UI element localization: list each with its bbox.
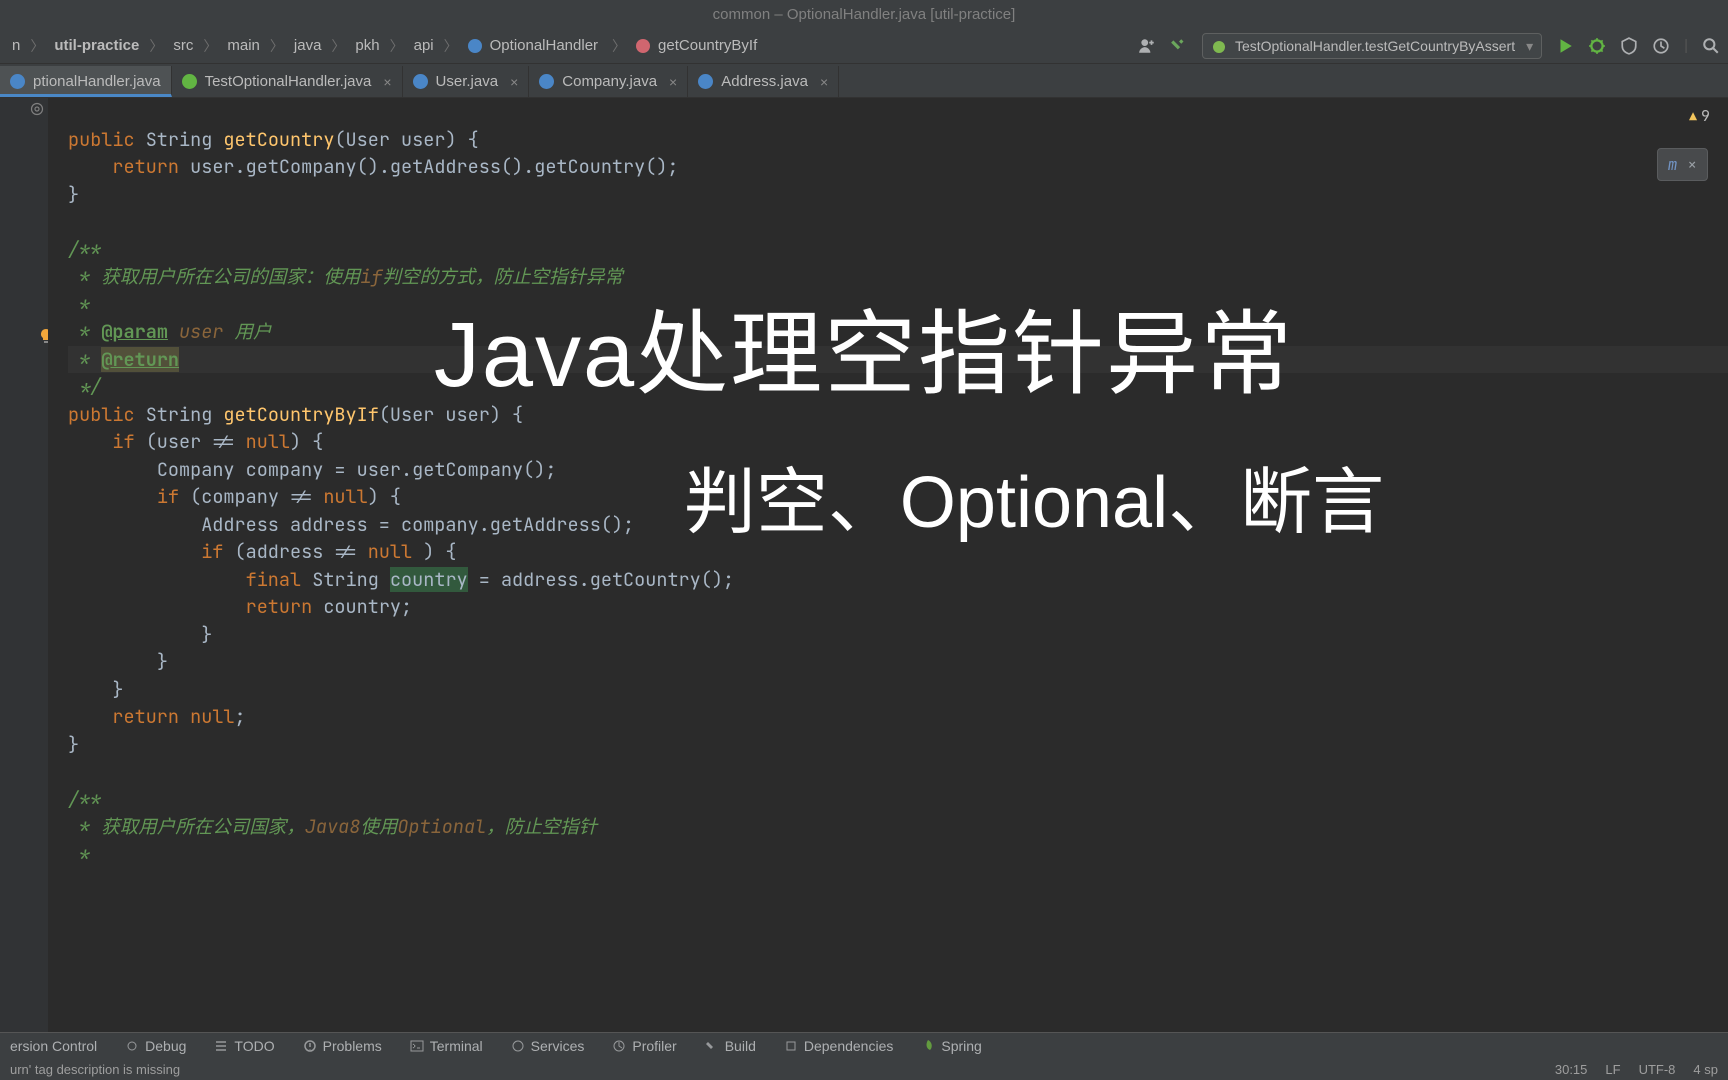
breadcrumb-item[interactable]: pkh [351, 37, 383, 54]
toolbar: n〉 util-practice〉 src〉 main〉 java〉 pkh〉 … [0, 28, 1728, 64]
breadcrumb-item[interactable]: main [223, 37, 264, 54]
debug-icon [125, 1039, 139, 1053]
services-icon [511, 1039, 525, 1053]
spring-icon [921, 1039, 935, 1053]
class-icon [10, 74, 25, 89]
method-icon [636, 39, 650, 53]
class-icon [468, 39, 482, 53]
breadcrumb-method[interactable]: getCountryByIf [632, 37, 765, 54]
tab-address[interactable]: Address.java × [688, 66, 839, 97]
line-separator[interactable]: LF [1605, 1062, 1620, 1077]
problems-tab[interactable]: Problems [303, 1038, 382, 1054]
run-config-label: TestOptionalHandler.testGetCountryByAsse… [1235, 38, 1515, 54]
list-icon [214, 1039, 228, 1053]
warning-count: 9 [1701, 106, 1710, 126]
tab-test-optional-handler[interactable]: TestOptionalHandler.java × [172, 66, 403, 97]
tab-label: ptionalHandler.java [33, 73, 161, 90]
problems-icon [303, 1039, 317, 1053]
at-icon[interactable] [30, 102, 44, 116]
status-bar: urn' tag description is missing 30:15 LF… [0, 1058, 1728, 1080]
coverage-icon[interactable] [1620, 37, 1638, 55]
hammer-icon [705, 1039, 719, 1053]
tab-label: Address.java [721, 73, 808, 90]
class-icon [182, 74, 197, 89]
breadcrumb[interactable]: n〉 util-practice〉 src〉 main〉 java〉 pkh〉 … [8, 36, 1138, 56]
chevron-icon: 〉 [608, 36, 630, 56]
chevron-icon: 〉 [440, 36, 462, 56]
class-icon [539, 74, 554, 89]
dependencies-tab[interactable]: Dependencies [784, 1038, 894, 1054]
user-icon[interactable] [1138, 37, 1156, 55]
breadcrumb-item[interactable]: util-practice [50, 37, 143, 54]
profiler-icon [612, 1039, 626, 1053]
close-icon[interactable]: × [510, 74, 518, 90]
close-icon[interactable]: × [820, 74, 828, 90]
close-icon[interactable]: × [669, 74, 677, 90]
tab-label: Company.java [562, 73, 657, 90]
profiler-tab[interactable]: Profiler [612, 1038, 676, 1054]
class-icon [698, 74, 713, 89]
window-title: common – OptionalHandler.java [util-prac… [713, 6, 1016, 23]
close-icon[interactable]: × [383, 74, 391, 90]
run-icon[interactable] [1556, 37, 1574, 55]
tab-user[interactable]: User.java × [403, 66, 530, 97]
hammer-icon[interactable] [1170, 37, 1188, 55]
class-icon [413, 74, 428, 89]
debug-tab[interactable]: Debug [125, 1038, 186, 1054]
window-title-bar: common – OptionalHandler.java [util-prac… [0, 0, 1728, 28]
floating-widget[interactable]: m × [1657, 148, 1708, 181]
breadcrumb-item[interactable]: java [290, 37, 326, 54]
chevron-icon: 〉 [327, 36, 349, 56]
encoding[interactable]: UTF-8 [1639, 1062, 1676, 1077]
version-control-tab[interactable]: ersion Control [10, 1038, 97, 1054]
inspection-summary[interactable]: 9 [1689, 106, 1710, 126]
keyword: public [68, 127, 135, 152]
chevron-icon: 〉 [386, 36, 408, 56]
chevron-icon: 〉 [199, 36, 221, 56]
tab-label: User.java [436, 73, 499, 90]
tool-window-bar: ersion Control Debug TODO Problems Termi… [0, 1032, 1728, 1058]
status-message: urn' tag description is missing [10, 1062, 180, 1077]
close-icon[interactable]: × [1687, 154, 1697, 175]
tab-label: TestOptionalHandler.java [205, 73, 372, 90]
caret-position[interactable]: 30:15 [1555, 1062, 1588, 1077]
breadcrumb-class[interactable]: OptionalHandler [464, 37, 606, 54]
gutter[interactable] [0, 98, 48, 1046]
chevron-icon: 〉 [26, 36, 48, 56]
indent[interactable]: 4 sp [1693, 1062, 1718, 1077]
editor-tabs: ptionalHandler.java TestOptionalHandler.… [0, 64, 1728, 98]
tab-optional-handler[interactable]: ptionalHandler.java [0, 66, 172, 97]
spring-tab[interactable]: Spring [921, 1038, 981, 1054]
widget-label: m [1668, 154, 1678, 175]
warning-icon [1689, 106, 1697, 126]
code-editor[interactable]: public String getCountry(User user) { re… [48, 98, 1728, 1046]
services-tab[interactable]: Services [511, 1038, 585, 1054]
chevron-icon: 〉 [145, 36, 167, 56]
breadcrumb-item[interactable]: api [410, 37, 438, 54]
build-tab[interactable]: Build [705, 1038, 756, 1054]
debug-icon[interactable] [1588, 37, 1606, 55]
deps-icon [784, 1039, 798, 1053]
terminal-icon [410, 1039, 424, 1053]
terminal-tab[interactable]: Terminal [410, 1038, 483, 1054]
editor-area: public String getCountry(User user) { re… [0, 98, 1728, 1046]
search-icon[interactable] [1702, 37, 1720, 55]
todo-tab[interactable]: TODO [214, 1038, 274, 1054]
run-config-selector[interactable]: TestOptionalHandler.testGetCountryByAsse… [1202, 33, 1542, 59]
breadcrumb-item[interactable]: src [169, 37, 197, 54]
breadcrumb-item[interactable]: n [8, 37, 24, 54]
tab-company[interactable]: Company.java × [529, 66, 688, 97]
toolbar-right: TestOptionalHandler.testGetCountryByAsse… [1138, 33, 1720, 59]
profiler-icon[interactable] [1652, 37, 1670, 55]
chevron-icon: 〉 [266, 36, 288, 56]
